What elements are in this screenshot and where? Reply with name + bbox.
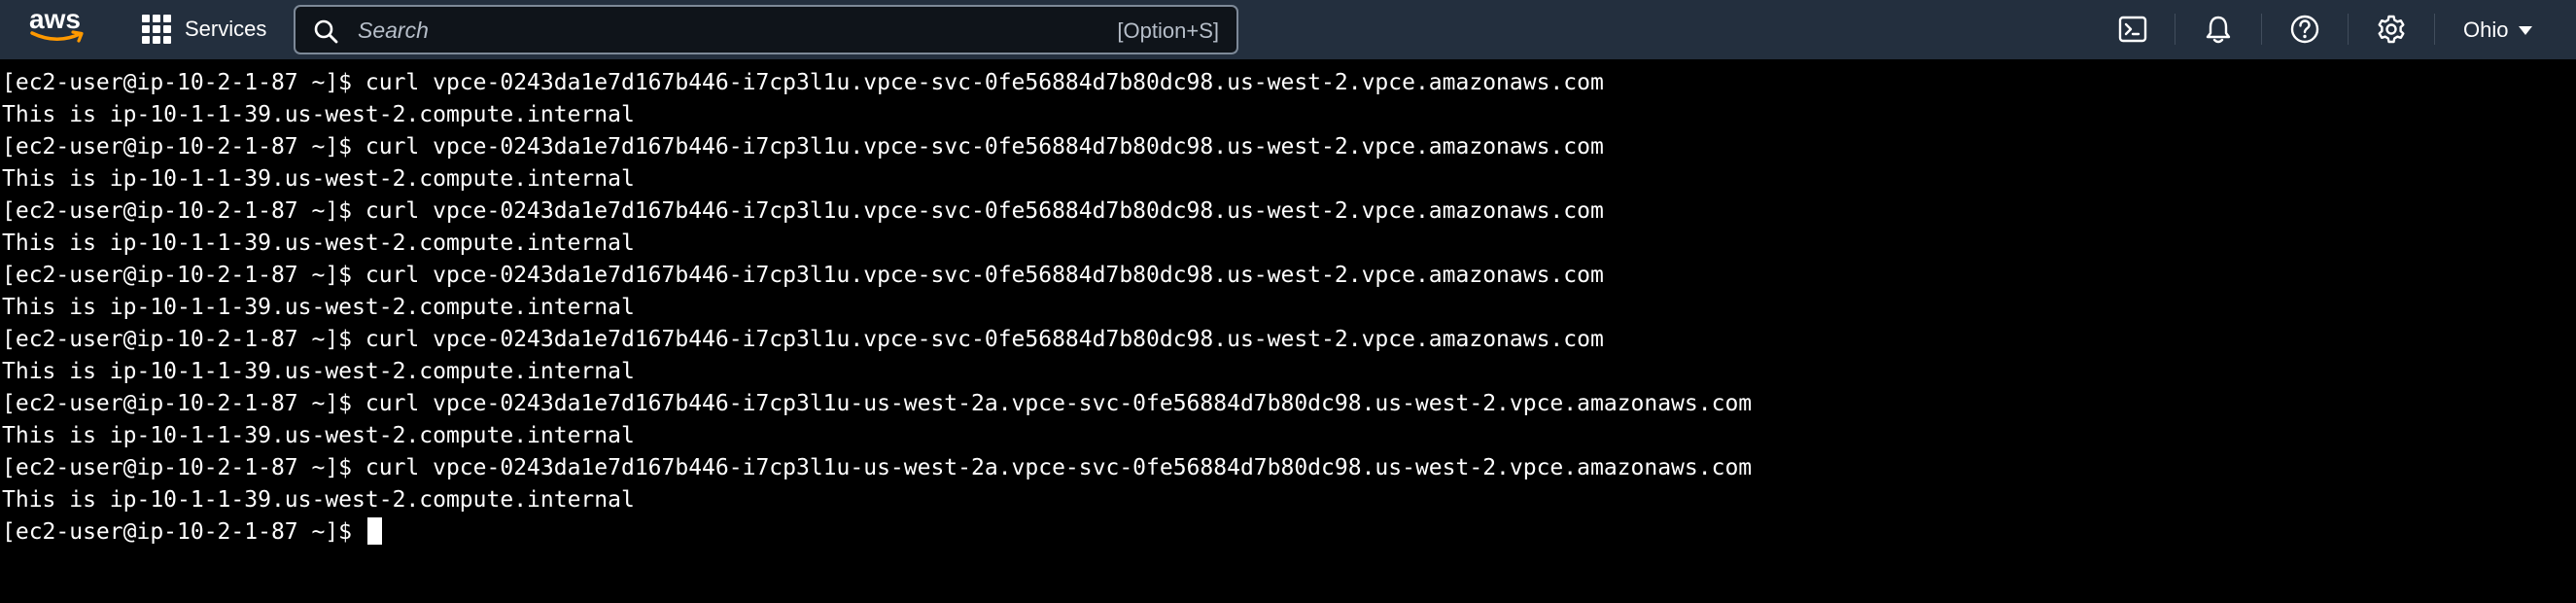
services-label: Services (185, 17, 267, 41)
nav-divider (2261, 14, 2262, 45)
search-icon (314, 19, 338, 44)
terminal-prompt: [ec2-user@ip-10-2-1-87 ~]$ (2, 519, 366, 545)
aws-smile-icon (30, 30, 84, 43)
terminal-line: This is ip-10-1-1-39.us-west-2.compute.i… (2, 102, 635, 127)
cloudshell-icon[interactable] (2117, 14, 2148, 45)
terminal-line: This is ip-10-1-1-39.us-west-2.compute.i… (2, 487, 635, 513)
region-selector[interactable]: Ohio (2463, 16, 2533, 45)
terminal-line: This is ip-10-1-1-39.us-west-2.compute.i… (2, 231, 635, 256)
bell-icon[interactable] (2203, 14, 2234, 45)
terminal-line: [ec2-user@ip-10-2-1-87 ~]$ curl vpce-024… (2, 70, 1604, 95)
terminal-line: This is ip-10-1-1-39.us-west-2.compute.i… (2, 359, 635, 384)
gear-icon[interactable] (2376, 14, 2407, 45)
search-input[interactable] (356, 15, 1036, 46)
terminal-line: This is ip-10-1-1-39.us-west-2.compute.i… (2, 423, 635, 448)
terminal-line: [ec2-user@ip-10-2-1-87 ~]$ curl vpce-024… (2, 198, 1604, 224)
region-label: Ohio (2463, 18, 2509, 42)
terminal-line: This is ip-10-1-1-39.us-west-2.compute.i… (2, 295, 635, 320)
terminal-cursor (366, 517, 382, 545)
services-menu-button[interactable]: Services (142, 10, 266, 49)
nav-divider (2348, 14, 2349, 45)
terminal-line: [ec2-user@ip-10-2-1-87 ~]$ curl vpce-024… (2, 134, 1604, 160)
terminal-line: [ec2-user@ip-10-2-1-87 ~]$ curl vpce-024… (2, 391, 1753, 416)
caret-down-icon (2519, 26, 2533, 35)
search-shortcut-hint: [Option+S] (1117, 18, 1219, 43)
terminal-line: This is ip-10-1-1-39.us-west-2.compute.i… (2, 166, 635, 192)
nav-divider (2434, 14, 2435, 45)
nav-divider (2175, 14, 2176, 45)
terminal-output[interactable]: [ec2-user@ip-10-2-1-87 ~]$ curl vpce-024… (0, 59, 2576, 603)
top-navigation-bar: aws Services [Option+S] (0, 0, 2576, 59)
terminal-line: [ec2-user@ip-10-2-1-87 ~]$ curl vpce-024… (2, 327, 1604, 352)
help-icon[interactable] (2289, 14, 2320, 45)
terminal-line: [ec2-user@ip-10-2-1-87 ~]$ curl vpce-024… (2, 263, 1604, 288)
terminal-prompt-line[interactable]: [ec2-user@ip-10-2-1-87 ~]$ (2, 516, 2576, 549)
services-grid-icon (142, 15, 171, 44)
terminal-line: [ec2-user@ip-10-2-1-87 ~]$ curl vpce-024… (2, 455, 1753, 480)
aws-logo[interactable]: aws (29, 6, 89, 51)
search-box[interactable]: [Option+S] (294, 5, 1238, 54)
